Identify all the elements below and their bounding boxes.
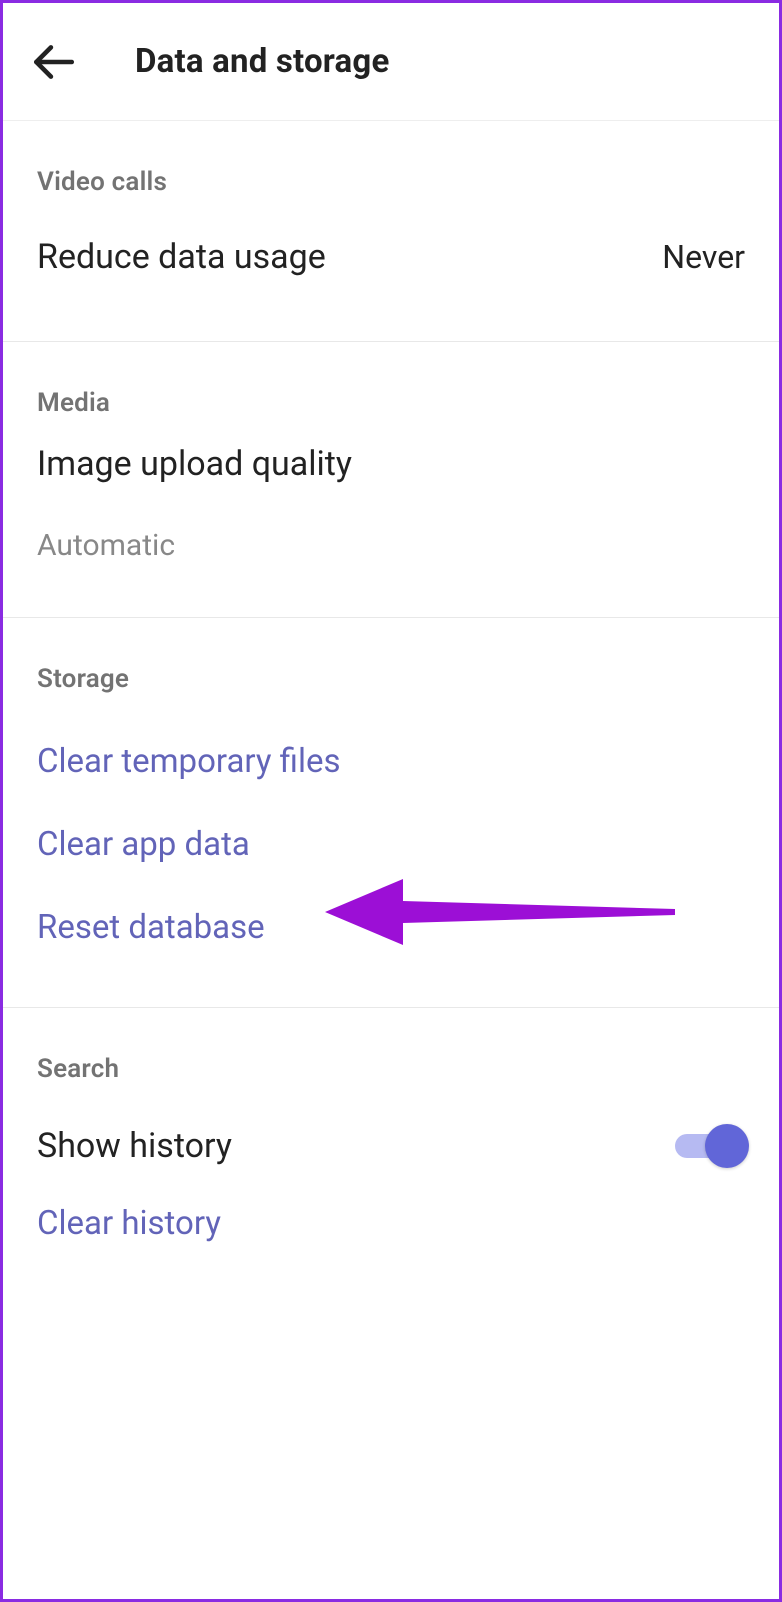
section-search: Search Show history Clear history [3,1008,779,1305]
row-reduce-data-usage[interactable]: Reduce data usage Never [37,223,745,291]
section-header-storage: Storage [37,664,745,694]
clear-temporary-files-link[interactable]: Clear temporary files [37,720,745,803]
reduce-data-usage-value: Never [662,238,745,276]
image-upload-quality-label: Image upload quality [37,444,745,484]
back-button[interactable] [23,32,83,92]
page-title: Data and storage [135,42,389,81]
section-header-media: Media [37,388,745,418]
toggle-thumb [705,1124,749,1168]
section-storage: Storage Clear temporary files Clear app … [3,618,779,1008]
section-header-video-calls: Video calls [37,167,745,197]
section-video-calls: Video calls Reduce data usage Never [3,121,779,342]
settings-screen: Data and storage Video calls Reduce data… [0,0,782,1602]
reset-database-link[interactable]: Reset database [37,886,745,969]
clear-app-data-link[interactable]: Clear app data [37,803,745,886]
arrow-left-icon [28,37,78,87]
image-upload-quality-sub: Automatic [37,528,745,563]
clear-history-link[interactable]: Clear history [37,1182,745,1265]
row-show-history[interactable]: Show history [37,1110,745,1182]
section-media: Media Image upload quality Automatic [3,342,779,618]
row-image-upload-quality[interactable]: Image upload quality Automatic [37,444,745,563]
show-history-toggle[interactable] [675,1124,745,1168]
show-history-label: Show history [37,1126,232,1166]
reduce-data-usage-label: Reduce data usage [37,237,326,277]
section-header-search: Search [37,1054,745,1084]
app-bar: Data and storage [3,3,779,121]
